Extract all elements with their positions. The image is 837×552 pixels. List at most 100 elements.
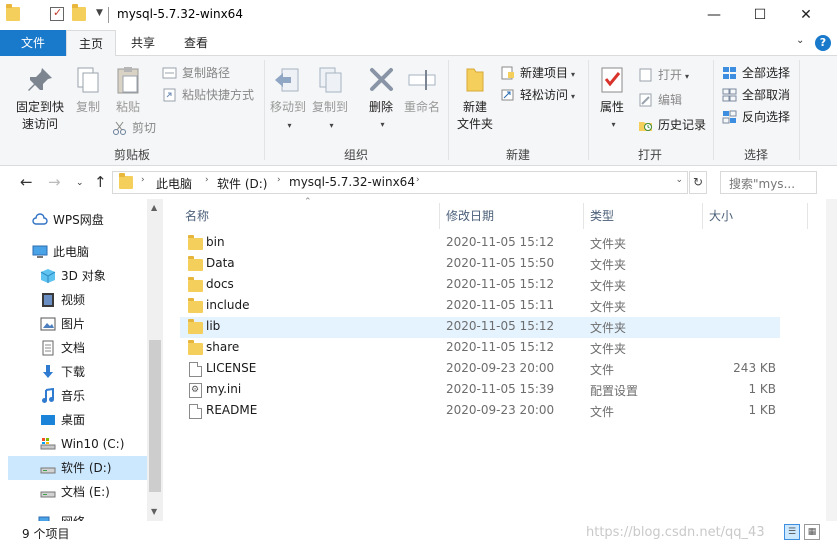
folder-icon: [6, 4, 20, 21]
maximize-button[interactable]: ☐: [737, 0, 783, 30]
file-date: 2020-09-23 20:00: [446, 361, 555, 375]
rename-button[interactable]: 重命名: [402, 64, 442, 116]
minimize-button[interactable]: —: [691, 0, 737, 30]
select-none-button[interactable]: 全部取消: [722, 85, 790, 105]
group-divider: [448, 60, 449, 160]
nav-item-3d-objects[interactable]: 3D 对象: [8, 264, 147, 288]
easy-access-icon: [501, 89, 514, 101]
table-row[interactable]: bin 2020-11-05 15:12 文件夹: [180, 233, 780, 254]
refresh-button[interactable]: ↻: [689, 171, 707, 194]
nav-item-downloads[interactable]: 下载: [8, 360, 147, 384]
breadcrumb-this-pc[interactable]: 此电脑: [156, 175, 192, 192]
properties-icon[interactable]: [50, 6, 64, 21]
scrollbar-thumb[interactable]: [149, 340, 161, 492]
table-row[interactable]: Data 2020-11-05 15:50 文件夹: [180, 254, 780, 275]
cut-button[interactable]: 剪切: [112, 118, 156, 138]
nav-item-documents[interactable]: 文档: [8, 336, 147, 360]
scroll-down-icon[interactable]: ▼: [151, 507, 157, 516]
nav-item-videos[interactable]: 视频: [8, 288, 147, 312]
ribbon-expand-icon[interactable]: ⌄: [796, 35, 804, 46]
new-item-button[interactable]: 新建项目 ▾: [500, 63, 575, 83]
address-bar[interactable]: › 此电脑 › 软件 (D:) › mysql-5.7.32-winx64 › …: [112, 171, 688, 194]
table-row[interactable]: LICENSE 2020-09-23 20:00 文件 243 KB: [180, 359, 780, 380]
tab-view[interactable]: 查看: [172, 30, 220, 57]
column-divider[interactable]: [439, 203, 440, 229]
help-icon[interactable]: ?: [815, 35, 831, 51]
breadcrumb-drive-d[interactable]: 软件 (D:): [217, 175, 267, 192]
nav-item-drive-e[interactable]: 文档 (E:): [8, 480, 147, 504]
forward-arrow-icon[interactable]: →: [48, 173, 61, 191]
drive-icon: [40, 467, 56, 474]
chevron-right-icon[interactable]: ›: [141, 175, 145, 185]
nav-item-pictures[interactable]: 图片: [8, 312, 147, 336]
breadcrumb-mysql-folder[interactable]: mysql-5.7.32-winx64: [289, 175, 415, 189]
paste-button[interactable]: 粘贴: [110, 64, 146, 116]
new-folder-button[interactable]: 新建 文件夹: [454, 64, 496, 133]
nav-item-wps-cloud[interactable]: WPS网盘: [8, 208, 147, 232]
easy-access-button[interactable]: 轻松访问 ▾: [500, 85, 575, 105]
chevron-right-icon[interactable]: ›: [205, 175, 209, 185]
file-type: 文件夹: [590, 279, 627, 293]
select-none-icon: [722, 88, 737, 102]
column-divider[interactable]: [702, 203, 703, 229]
file-name: lib: [206, 319, 221, 333]
quick-access-dropdown-icon[interactable]: ▼: [96, 8, 103, 18]
table-row[interactable]: my.ini 2020-11-05 15:39 配置设置 1 KB: [180, 380, 780, 401]
table-row[interactable]: README 2020-09-23 20:00 文件 1 KB: [180, 401, 780, 422]
pin-quick-access-button[interactable]: 固定到快 速访问: [12, 64, 68, 133]
column-header-type[interactable]: 类型: [590, 207, 614, 224]
column-divider[interactable]: [583, 203, 584, 229]
table-row[interactable]: lib 2020-11-05 15:12 文件夹: [180, 317, 780, 338]
file-type: 文件夹: [590, 300, 627, 314]
chevron-right-icon[interactable]: ›: [277, 175, 281, 185]
tab-file[interactable]: 文件: [0, 30, 66, 56]
copy-to-button[interactable]: 复制到▾: [310, 64, 350, 134]
delete-button[interactable]: 删除 ▾: [363, 64, 399, 133]
nav-item-drive-c[interactable]: Win10 (C:): [8, 432, 147, 456]
close-button[interactable]: ✕: [783, 0, 829, 30]
nav-item-music[interactable]: 音乐: [8, 384, 147, 408]
table-row[interactable]: include 2020-11-05 15:11 文件夹: [180, 296, 780, 317]
chevron-right-icon[interactable]: ›: [416, 175, 420, 185]
copy-button[interactable]: 复制: [70, 64, 106, 116]
open-icon: [639, 68, 652, 82]
column-header-date[interactable]: 修改日期: [446, 207, 494, 224]
system-drive-icon: [40, 438, 56, 450]
up-arrow-icon[interactable]: ↑: [94, 173, 107, 191]
edit-button[interactable]: 编辑: [638, 90, 682, 110]
large-icons-view-icon[interactable]: ▦: [804, 524, 820, 540]
address-row: ← → ⌄ ↑ › 此电脑 › 软件 (D:) › mysql-5.7.32-w…: [0, 167, 837, 199]
move-to-button[interactable]: 移动到▾: [268, 64, 308, 134]
nav-item-desktop[interactable]: 桌面: [8, 408, 147, 432]
search-input[interactable]: 搜索"mys...: [720, 171, 817, 194]
select-all-button[interactable]: 全部选择: [722, 63, 790, 83]
invert-selection-button[interactable]: 反向选择: [722, 107, 790, 127]
column-header-size[interactable]: 大小: [709, 207, 733, 224]
nav-item-network[interactable]: 网络: [8, 510, 147, 521]
properties-button[interactable]: 属性 ▾: [594, 64, 630, 133]
paste-shortcut-icon: [163, 88, 176, 102]
open-button[interactable]: 打开 ▾: [638, 65, 689, 85]
watermark: https://blog.csdn.net/qq_43: [586, 525, 765, 540]
table-row[interactable]: share 2020-11-05 15:12 文件夹: [180, 338, 780, 359]
nav-scrollbar[interactable]: ▲ ▼: [147, 199, 163, 521]
scroll-up-icon[interactable]: ▲: [151, 203, 157, 212]
folder-icon: [188, 340, 203, 355]
paste-shortcut-button[interactable]: 粘贴快捷方式: [162, 85, 254, 105]
details-view-icon[interactable]: ☰: [784, 524, 800, 540]
history-button[interactable]: 历史记录: [638, 115, 706, 135]
column-header-name[interactable]: 名称: [185, 207, 209, 224]
tab-share[interactable]: 共享: [120, 30, 166, 57]
table-row[interactable]: docs 2020-11-05 15:12 文件夹: [180, 275, 780, 296]
address-dropdown-icon[interactable]: ⌄: [675, 175, 683, 185]
tab-home[interactable]: 主页: [66, 30, 116, 57]
column-divider[interactable]: [807, 203, 808, 229]
new-folder-icon[interactable]: [72, 4, 86, 21]
back-arrow-icon[interactable]: ←: [20, 173, 33, 191]
invert-selection-icon: [722, 110, 737, 124]
sort-ascending-icon: ⌃: [304, 197, 312, 207]
recent-dropdown-icon[interactable]: ⌄: [76, 178, 84, 188]
nav-item-this-pc[interactable]: 此电脑: [8, 240, 147, 264]
copy-path-button[interactable]: 复制路径: [162, 63, 230, 83]
nav-item-drive-d[interactable]: 软件 (D:): [8, 456, 147, 480]
